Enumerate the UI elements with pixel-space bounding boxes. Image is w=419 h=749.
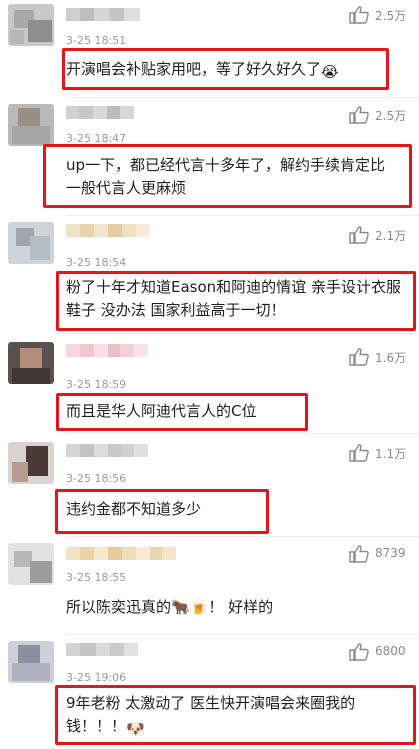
like-count: 2.1万 [375, 229, 407, 243]
comment-text-content: 而且是华人阿迪代言人的C位 [66, 402, 257, 420]
comment-text-content: 开演唱会补贴家用吧，等了好久好久了 [66, 60, 322, 78]
like-count: 8739 [375, 546, 406, 560]
comment-item: 3-25 18:47 2.5万 up一下，都已经代言十多年了，解约手续肯定比一般… [0, 98, 419, 216]
comment-text: 9年老粉 太激动了 医生快开演唱会来圈我的钱！！！🐶 [66, 692, 400, 738]
comment-text-content: up一下，都已经代言十多年了，解约手续肯定比一般代言人更麻烦 [66, 156, 386, 197]
comment-list: 3-25 18:51 2.5万 开演唱会补贴家用吧，等了好久好久了😭 3-25 … [0, 0, 419, 749]
avatar[interactable] [8, 222, 54, 264]
like-button[interactable]: 2.5万 [349, 104, 411, 126]
like-count: 2.5万 [375, 109, 407, 123]
comment-text: 开演唱会补贴家用吧，等了好久好久了😭 [66, 58, 384, 81]
like-count: 1.6万 [375, 351, 407, 365]
username-pixelated[interactable] [66, 643, 138, 656]
username-pixelated[interactable] [66, 444, 148, 457]
thumbs-up-icon [349, 643, 369, 661]
comment-timestamp: 3-25 19:06 [66, 671, 127, 684]
username-pixelated[interactable] [66, 344, 148, 357]
username-pixelated[interactable] [66, 224, 150, 237]
like-button[interactable]: 8739 [349, 543, 411, 565]
comment-timestamp: 3-25 18:56 [66, 472, 127, 485]
comment-text: 所以陈奕迅真的🐂🍺！ 好样的 [66, 596, 366, 619]
like-button[interactable]: 1.6万 [349, 346, 411, 368]
comment-text-content: 所以陈奕迅真的🐂🍺！ 好样的 [66, 598, 274, 616]
username-pixelated[interactable] [66, 8, 140, 21]
like-button[interactable]: 1.1万 [349, 442, 411, 464]
like-count: 1.1万 [375, 447, 407, 461]
comment-text: 而且是华人阿迪代言人的C位 [66, 400, 306, 423]
comment-timestamp: 3-25 18:54 [66, 256, 127, 269]
avatar[interactable] [8, 4, 54, 46]
like-button[interactable]: 2.1万 [349, 224, 411, 246]
avatar[interactable] [8, 104, 54, 146]
avatar[interactable] [8, 641, 54, 683]
comment-text-content: 粉了十年才知道Eason和阿迪的情谊 亲手设计衣服鞋子 没办法 国家利益高于一切… [66, 278, 401, 319]
like-count: 2.5万 [375, 9, 407, 23]
username-pixelated[interactable] [66, 106, 134, 119]
thumbs-up-icon [349, 545, 369, 563]
comment-text: 违约金都不知道多少 [66, 498, 266, 521]
thumbs-up-icon [349, 226, 369, 244]
comment-item: 3-25 18:55 8739 所以陈奕迅真的🐂🍺！ 好样的 [0, 537, 419, 635]
comment-item: 3-25 18:59 1.6万 而且是华人阿迪代言人的C位 [0, 334, 419, 434]
comment-item: 3-25 19:06 6800 9年老粉 太激动了 医生快开演唱会来圈我的钱！！… [0, 635, 419, 749]
avatar[interactable] [8, 342, 54, 384]
comment-item: 3-25 18:56 1.1万 违约金都不知道多少 [0, 434, 419, 537]
avatar[interactable] [8, 442, 54, 484]
comment-text: up一下，都已经代言十多年了，解约手续肯定比一般代言人更麻烦 [66, 154, 400, 200]
doge-icon: 🐶 [126, 720, 145, 738]
comment-item: 3-25 18:51 2.5万 开演唱会补贴家用吧，等了好久好久了😭 [0, 0, 419, 98]
thumbs-up-icon [349, 444, 369, 462]
like-button[interactable]: 2.5万 [349, 4, 411, 26]
comment-text-content: 9年老粉 太激动了 医生快开演唱会来圈我的钱！！！ [66, 694, 356, 735]
thumbs-up-icon [349, 106, 369, 124]
avatar[interactable] [8, 543, 54, 585]
comment-timestamp: 3-25 18:59 [66, 378, 127, 391]
like-count: 6800 [375, 644, 406, 658]
comment-text-content: 违约金都不知道多少 [66, 500, 202, 518]
comment-item: 3-25 18:54 2.1万 粉了十年才知道Eason和阿迪的情谊 亲手设计衣… [0, 216, 419, 334]
thumbs-up-icon [349, 6, 369, 24]
like-button[interactable]: 6800 [349, 641, 411, 663]
comment-timestamp: 3-25 18:55 [66, 571, 127, 584]
thumbs-up-icon [349, 348, 369, 366]
username-pixelated[interactable] [66, 547, 176, 560]
comment-text: 粉了十年才知道Eason和阿迪的情谊 亲手设计衣服鞋子 没办法 国家利益高于一切… [66, 276, 406, 322]
comment-timestamp: 3-25 18:51 [66, 34, 127, 47]
crying-face-icon: 😭 [321, 63, 339, 81]
